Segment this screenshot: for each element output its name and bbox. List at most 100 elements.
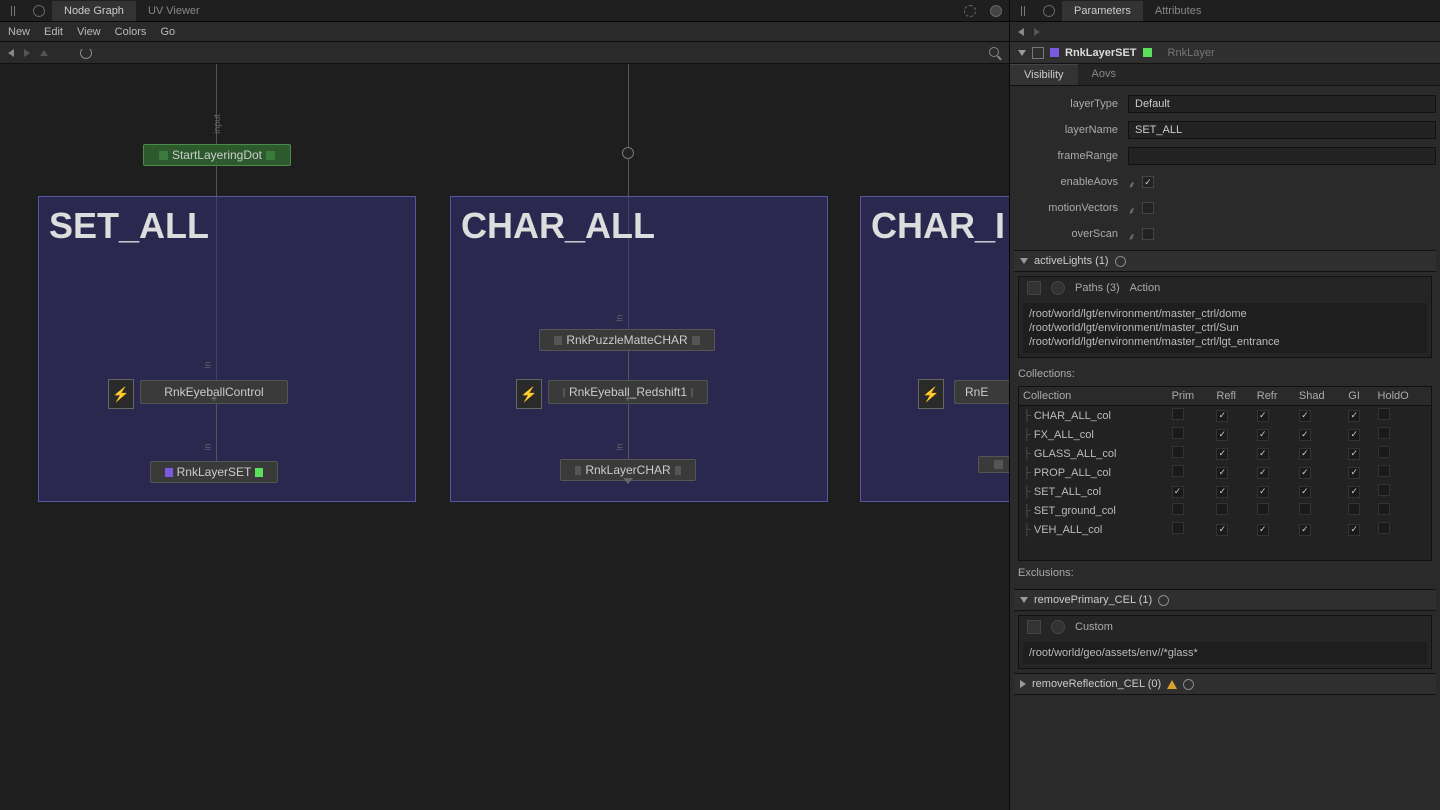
- table-header[interactable]: Shad: [1295, 387, 1344, 406]
- cell-checkbox[interactable]: ✓: [1216, 467, 1228, 479]
- target-icon[interactable]: [31, 3, 47, 19]
- search-icon[interactable]: [989, 47, 1001, 59]
- cell-checkbox[interactable]: [1378, 427, 1390, 439]
- paths-list[interactable]: /root/world/lgt/environment/master_ctrl/…: [1023, 303, 1427, 353]
- list-icon[interactable]: [1027, 620, 1041, 634]
- cell-checkbox[interactable]: ✓: [1257, 524, 1269, 536]
- table-row[interactable]: ├ GLASS_ALL_col✓✓✓✓: [1019, 444, 1431, 463]
- cell-checkbox[interactable]: [1216, 503, 1228, 515]
- tab-node-graph[interactable]: Node Graph: [52, 1, 136, 21]
- ptab-aovs[interactable]: Aovs: [1078, 64, 1130, 85]
- cell-checkbox[interactable]: [1172, 503, 1184, 515]
- tab-attributes[interactable]: Attributes: [1143, 1, 1213, 21]
- panel-menu-icon[interactable]: [1015, 3, 1031, 19]
- cell-checkbox[interactable]: [1172, 446, 1184, 458]
- bolt-icon[interactable]: ⚡: [516, 379, 542, 409]
- table-row[interactable]: ├ PROP_ALL_col✓✓✓✓: [1019, 463, 1431, 482]
- nav-forward-icon[interactable]: [24, 49, 30, 57]
- path-entry[interactable]: /root/world/geo/assets/env//*glass*: [1029, 646, 1421, 660]
- cell-checkbox[interactable]: ✓: [1299, 448, 1311, 460]
- cell-checkbox[interactable]: [1172, 427, 1184, 439]
- cell-checkbox[interactable]: ✓: [1348, 410, 1360, 422]
- clock-icon[interactable]: [1183, 679, 1194, 690]
- cell-checkbox[interactable]: ✓: [1299, 486, 1311, 498]
- cell-checkbox[interactable]: ✓: [1216, 448, 1228, 460]
- node-rnk-eyeball-control[interactable]: RnkEyeballControl +: [140, 380, 288, 404]
- cell-checkbox[interactable]: ✓: [1299, 410, 1311, 422]
- cell-checkbox[interactable]: [1378, 446, 1390, 458]
- cell-checkbox[interactable]: ✓: [1299, 429, 1311, 441]
- cell-checkbox[interactable]: [1172, 522, 1184, 534]
- nav-forward-icon[interactable]: [1034, 28, 1040, 36]
- tab-parameters[interactable]: Parameters: [1062, 1, 1143, 21]
- cell-checkbox[interactable]: [1299, 503, 1311, 515]
- cell-checkbox[interactable]: ✓: [1348, 429, 1360, 441]
- cell-checkbox[interactable]: ✓: [1257, 429, 1269, 441]
- cell-checkbox[interactable]: [1172, 408, 1184, 420]
- menu-view[interactable]: View: [77, 26, 101, 38]
- cell-checkbox[interactable]: ✓: [1216, 486, 1228, 498]
- cell-checkbox[interactable]: ✓: [1348, 467, 1360, 479]
- cell-checkbox[interactable]: ✓: [1172, 486, 1184, 498]
- table-header[interactable]: Prim: [1168, 387, 1213, 406]
- section-active-lights[interactable]: activeLights (1): [1014, 250, 1436, 272]
- cell-checkbox[interactable]: ✓: [1257, 410, 1269, 422]
- cell-checkbox[interactable]: ✓: [1216, 429, 1228, 441]
- table-row[interactable]: ├ SET_ground_col: [1019, 501, 1431, 520]
- close-tab-icon[interactable]: [988, 3, 1004, 19]
- collections-table[interactable]: CollectionPrimReflRefrShadGIHoldO ├ CHAR…: [1019, 387, 1431, 539]
- disclose-icon[interactable]: [1020, 680, 1026, 688]
- table-header[interactable]: GI: [1344, 387, 1373, 406]
- input-layer-type[interactable]: Default: [1128, 95, 1436, 113]
- key-icon[interactable]: ⸙: [1128, 203, 1138, 213]
- cell-checkbox[interactable]: [1172, 465, 1184, 477]
- cell-checkbox[interactable]: [1378, 465, 1390, 477]
- list-icon[interactable]: [1027, 281, 1041, 295]
- node-rnk-eyeball-redshift[interactable]: RnkEyeball_Redshift1 +: [548, 380, 708, 404]
- key-icon[interactable]: ⸙: [1128, 229, 1138, 239]
- node-rnk-puzzle-matte-char[interactable]: RnkPuzzleMatteCHAR: [539, 329, 715, 351]
- path-entry[interactable]: /root/world/lgt/environment/master_ctrl/…: [1029, 335, 1421, 349]
- cell-checkbox[interactable]: ✓: [1216, 524, 1228, 536]
- clock-icon[interactable]: [1158, 595, 1169, 606]
- target-icon[interactable]: [1041, 3, 1057, 19]
- backdrop-set-all[interactable]: SET_ALL: [38, 196, 416, 502]
- table-row[interactable]: ├ VEH_ALL_col✓✓✓✓: [1019, 520, 1431, 539]
- node-start-layering-dot[interactable]: StartLayeringDot: [143, 144, 291, 166]
- scope-icon[interactable]: [1051, 281, 1065, 295]
- cell-checkbox[interactable]: ✓: [1257, 486, 1269, 498]
- disclose-icon[interactable]: [1020, 258, 1028, 264]
- menu-edit[interactable]: Edit: [44, 26, 63, 38]
- menu-new[interactable]: New: [8, 26, 30, 38]
- table-row[interactable]: ├ SET_ALL_col✓✓✓✓✓: [1019, 482, 1431, 501]
- path-entry[interactable]: /root/world/lgt/environment/master_ctrl/…: [1029, 321, 1421, 335]
- disclose-icon[interactable]: [1018, 50, 1026, 56]
- cell-checkbox[interactable]: ✓: [1348, 524, 1360, 536]
- cell-checkbox[interactable]: ✓: [1257, 448, 1269, 460]
- path-entry[interactable]: /root/world/lgt/environment/master_ctrl/…: [1029, 307, 1421, 321]
- port-icon[interactable]: [622, 147, 634, 159]
- node-rnk-layer-set[interactable]: RnkLayerSET: [150, 461, 278, 483]
- checkbox-enable-aovs[interactable]: ✓: [1142, 176, 1154, 188]
- cell-checkbox[interactable]: ✓: [1216, 410, 1228, 422]
- cell-checkbox[interactable]: [1378, 522, 1390, 534]
- node-graph-canvas[interactable]: input StartLayeringDot SET_ALL in ⚡ RnkE…: [0, 64, 1009, 810]
- table-header[interactable]: Refl: [1212, 387, 1252, 406]
- cell-checkbox[interactable]: ✓: [1348, 486, 1360, 498]
- panel-menu-icon[interactable]: [5, 3, 21, 19]
- table-row[interactable]: ├ CHAR_ALL_col✓✓✓✓: [1019, 406, 1431, 426]
- remove-primary-path[interactable]: /root/world/geo/assets/env//*glass*: [1023, 642, 1427, 664]
- nav-up-icon[interactable]: [40, 50, 48, 56]
- cell-checkbox[interactable]: ✓: [1257, 467, 1269, 479]
- clock-icon[interactable]: [1115, 256, 1126, 267]
- cell-checkbox[interactable]: [1378, 408, 1390, 420]
- cell-checkbox[interactable]: ✓: [1348, 448, 1360, 460]
- table-header[interactable]: HoldO: [1374, 387, 1431, 406]
- bolt-icon[interactable]: ⚡: [918, 379, 944, 409]
- checkbox-motion-vectors[interactable]: [1142, 202, 1154, 214]
- table-row[interactable]: ├ FX_ALL_col✓✓✓✓: [1019, 425, 1431, 444]
- dock-icon[interactable]: [962, 3, 978, 19]
- table-header[interactable]: Refr: [1253, 387, 1295, 406]
- key-icon[interactable]: ⸙: [1128, 177, 1138, 187]
- menu-go[interactable]: Go: [160, 26, 175, 38]
